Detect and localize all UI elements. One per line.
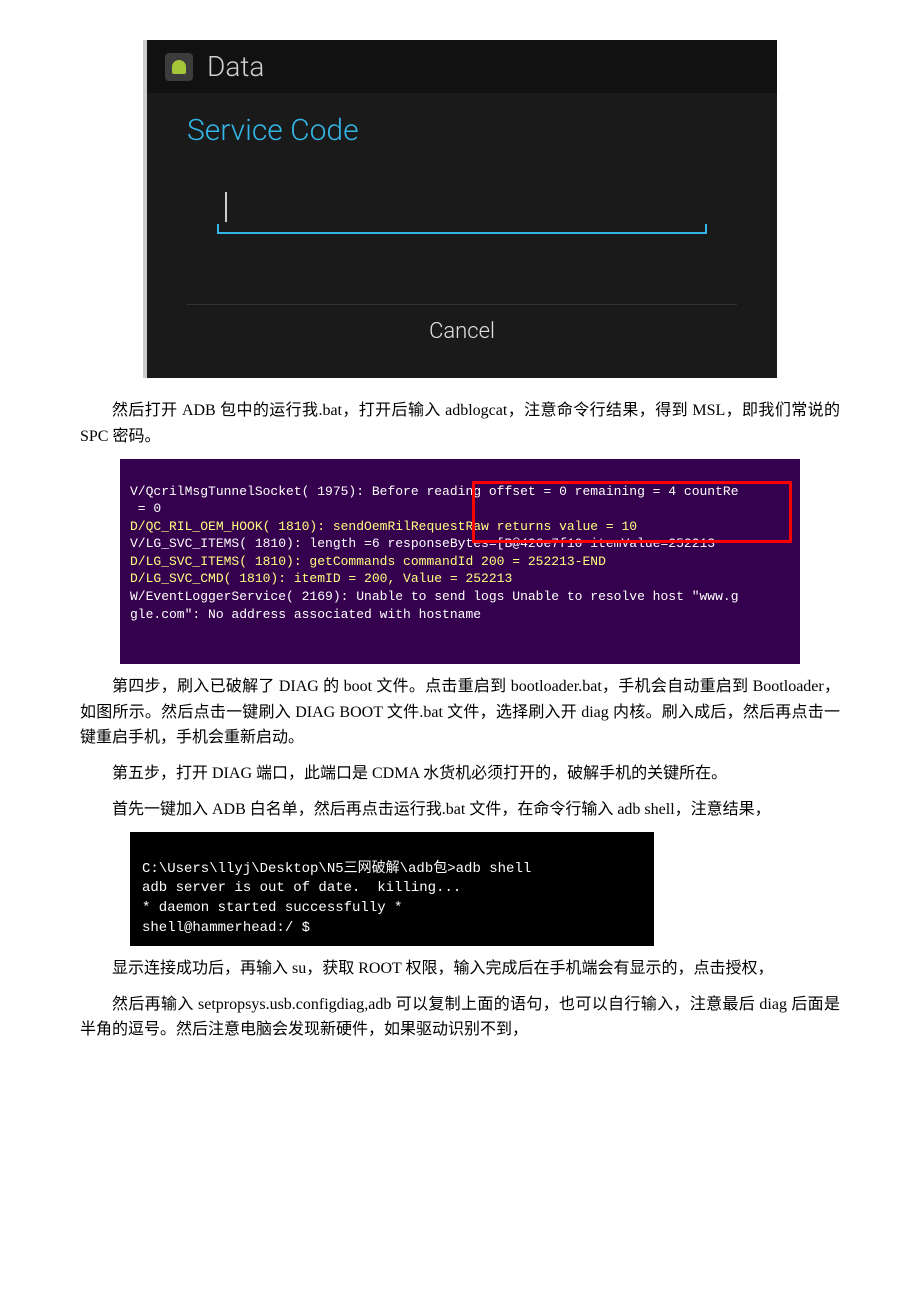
- log-line: D/QC_RIL_OEM_HOOK( 1810): sendOemRilRequ…: [130, 519, 637, 534]
- text-cursor: [225, 192, 227, 222]
- dialog-title: Data: [207, 50, 264, 83]
- adb-shell-terminal: C:\Users\llyj\Desktop\N5三网破解\adb包>adb sh…: [130, 832, 654, 946]
- shell-line: adb server is out of date. killing...: [142, 880, 461, 896]
- logcat-terminal: V/QcrilMsgTunnelSocket( 1975): Before re…: [120, 459, 800, 664]
- paragraph-adb-whitelist: 首先一键加入 ADB 白名单，然后再点击运行我.bat 文件，在命令行输入 ad…: [80, 797, 840, 823]
- log-line: D/LG_SVC_ITEMS( 1810): getCommands comma…: [130, 554, 606, 569]
- android-service-code-dialog: Data Service Code Cancel: [143, 40, 777, 378]
- dialog-titlebar: Data: [147, 40, 777, 93]
- shell-line: C:\Users\llyj\Desktop\N5三网破解\adb包>adb sh…: [142, 861, 531, 877]
- service-code-label: Service Code: [187, 113, 737, 148]
- paragraph-adb-logcat: 然后打开 ADB 包中的运行我.bat，打开后输入 adblogcat，注意命令…: [80, 398, 840, 449]
- shell-line: shell@hammerhead:/ $: [142, 920, 310, 936]
- cancel-button[interactable]: Cancel: [187, 305, 737, 358]
- log-line: gle.com": No address associated with hos…: [130, 607, 481, 622]
- log-line: D/LG_SVC_CMD( 1810): itemID = 200, Value…: [130, 571, 512, 586]
- android-robot-icon: [165, 53, 193, 81]
- paragraph-step5: 第五步，打开 DIAG 端口，此端口是 CDMA 水货机必须打开的，破解手机的关…: [80, 761, 840, 787]
- log-line: = 0: [130, 501, 161, 516]
- service-code-input[interactable]: [217, 188, 707, 234]
- log-line: W/EventLoggerService( 2169): Unable to s…: [130, 589, 739, 604]
- paragraph-setprop: 然后再输入 setpropsys.usb.configdiag,adb 可以复制…: [80, 992, 840, 1043]
- log-line: V/QcrilMsgTunnelSocket( 1975): Before re…: [130, 484, 739, 499]
- paragraph-step4: 第四步，刷入已破解了 DIAG 的 boot 文件。点击重启到 bootload…: [80, 674, 840, 751]
- dialog-button-row: Cancel: [187, 304, 737, 358]
- dialog-body: Service Code Cancel: [147, 93, 777, 378]
- paragraph-su-root: 显示连接成功后，再输入 su，获取 ROOT 权限，输入完成后在手机端会有显示的…: [80, 956, 840, 982]
- log-line: V/LG_SVC_ITEMS( 1810): length =6 respons…: [130, 536, 715, 551]
- shell-line: * daemon started successfully *: [142, 900, 402, 916]
